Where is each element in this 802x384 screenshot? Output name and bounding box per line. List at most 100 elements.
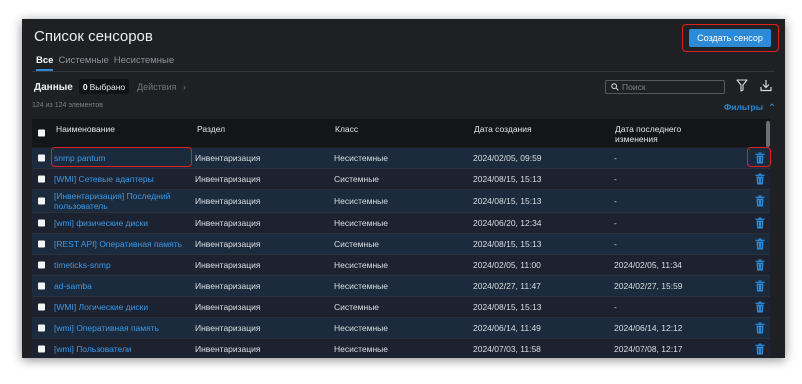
tabs: Все Системные Несистемные [36, 55, 174, 71]
sensor-name-link[interactable]: [REST API] Оперативная память [54, 234, 182, 254]
download-icon[interactable] [760, 79, 772, 92]
column-name[interactable]: Наименование [56, 124, 115, 134]
highlight-first-row-name [51, 147, 192, 167]
section-cell: Инвентаризация [195, 302, 261, 312]
selected-label: Выбрано [89, 81, 126, 92]
section-cell: Инвентаризация [195, 239, 261, 249]
trash-icon[interactable] [755, 173, 765, 185]
trash-icon[interactable] [755, 280, 765, 292]
page-title: Список сенсоров [34, 28, 153, 45]
sensor-name-link[interactable]: timeticks-snmp [54, 255, 111, 275]
table-body: snmp pantum Инвентаризация Несистемные 2… [32, 148, 770, 358]
modified-cell: - [614, 218, 617, 228]
row-checkbox[interactable] [38, 282, 45, 290]
row-checkbox[interactable] [38, 324, 45, 332]
modified-cell: 2024/02/05, 11:34 [614, 260, 682, 270]
modified-cell: - [614, 302, 617, 312]
table-row: [WMI] Логические диски Инвентаризация Си… [32, 297, 770, 318]
filters-label: Фильтры [724, 102, 763, 112]
modified-cell: - [614, 174, 617, 184]
class-cell: Системные [334, 239, 380, 249]
created-cell: 2024/08/15, 15:13 [473, 196, 542, 206]
items-count: 124 из 124 элементов [32, 102, 104, 109]
search-input[interactable] [619, 82, 717, 92]
sensor-name-link[interactable]: [Инвентаризация] Последний пользователь [54, 190, 184, 212]
created-cell: 2024/06/20, 12:34 [473, 218, 542, 228]
class-cell: Несистемные [334, 281, 389, 291]
chevron-right-icon: › [182, 82, 186, 92]
column-section[interactable]: Раздел [197, 124, 225, 134]
row-checkbox[interactable] [38, 345, 45, 353]
section-cell: Инвентаризация [195, 196, 261, 206]
trash-icon[interactable] [755, 259, 765, 271]
column-modified[interactable]: Дата последнего изменения [615, 124, 710, 144]
created-cell: 2024/08/15, 15:13 [473, 302, 542, 312]
table-row: [wmi] Пользователи Инвентаризация Несист… [32, 339, 770, 358]
sensor-name-link[interactable]: [WMI] Сетевые адаптеры [54, 169, 154, 189]
section-cell: Инвентаризация [195, 153, 261, 163]
sensor-list-window: Список сенсоров Создать сенсор Все Систе… [22, 19, 785, 358]
tabs-divider [32, 71, 775, 72]
filters-toggle[interactable]: Фильтры ⌃ [724, 102, 775, 113]
trash-icon[interactable] [755, 238, 765, 250]
column-class[interactable]: Класс [335, 124, 358, 134]
table-row: [REST API] Оперативная память Инвентариз… [32, 234, 770, 255]
modified-cell: 2024/02/27, 15:59 [614, 281, 683, 291]
table-row: ad-samba Инвентаризация Несистемные 2024… [32, 276, 770, 297]
sensor-name-link[interactable]: [wmi] Пользователи [54, 339, 132, 358]
section-cell: Инвентаризация [195, 344, 261, 354]
data-label: Данные [34, 82, 73, 93]
table-row: [WMI] Сетевые адаптеры Инвентаризация Си… [32, 169, 770, 190]
table-row: [Инвентаризация] Последний пользователь … [32, 190, 770, 213]
column-created[interactable]: Дата создания [474, 124, 532, 134]
created-cell: 2024/07/03, 11:58 [473, 344, 541, 354]
scrollbar[interactable] [766, 121, 770, 147]
highlight-first-row-delete [747, 147, 771, 167]
chevron-up-icon: ⌃ [768, 102, 776, 112]
section-cell: Инвентаризация [195, 218, 261, 228]
class-cell: Несистемные [334, 323, 389, 333]
sensor-name-link[interactable]: [WMI] Логические диски [54, 297, 148, 317]
sensor-name-link[interactable]: [wmi] Оперативная память [54, 318, 159, 338]
filter-icon[interactable] [736, 79, 748, 92]
class-cell: Несистемные [334, 344, 389, 354]
tab-non-system[interactable]: Несистемные [114, 55, 174, 71]
actions-menu[interactable]: Действия › [137, 82, 186, 92]
table-row: [wmi] Оперативная память Инвентаризация … [32, 318, 770, 339]
created-cell: 2024/06/14, 11:49 [473, 323, 541, 333]
class-cell: Системные [334, 302, 380, 312]
created-cell: 2024/02/05, 11:00 [473, 260, 541, 270]
modified-cell: - [614, 196, 617, 206]
sensor-name-link[interactable]: [wmi] физические диски [54, 213, 148, 233]
class-cell: Несистемные [334, 196, 389, 206]
created-cell: 2024/08/15, 15:13 [473, 174, 542, 184]
created-cell: 2024/02/05, 09:59 [473, 153, 542, 163]
row-checkbox[interactable] [38, 175, 45, 183]
row-checkbox[interactable] [38, 154, 45, 162]
search-box[interactable] [605, 80, 725, 94]
selected-count: 0 [82, 81, 88, 92]
highlight-create-button [682, 24, 779, 52]
trash-icon[interactable] [755, 322, 765, 334]
tab-system[interactable]: Системные [58, 55, 108, 71]
created-cell: 2024/08/15, 15:13 [473, 239, 542, 249]
tab-all[interactable]: Все [36, 55, 54, 71]
modified-cell: 2024/07/08, 12:17 [614, 344, 683, 354]
row-checkbox[interactable] [38, 240, 45, 248]
trash-icon[interactable] [755, 195, 765, 207]
row-checkbox[interactable] [38, 261, 45, 269]
row-checkbox[interactable] [38, 303, 45, 311]
row-checkbox[interactable] [38, 197, 45, 205]
class-cell: Системные [334, 174, 380, 184]
row-checkbox[interactable] [38, 219, 45, 227]
trash-icon[interactable] [755, 217, 765, 229]
trash-icon[interactable] [755, 301, 765, 313]
select-all-checkbox[interactable] [38, 129, 45, 137]
table-row: [wmi] физические диски Инвентаризация Не… [32, 213, 770, 234]
search-icon [611, 83, 619, 91]
sensor-name-link[interactable]: ad-samba [54, 276, 92, 296]
table-row: timeticks-snmp Инвентаризация Несистемны… [32, 255, 770, 276]
table-header: Наименование Раздел Класс Дата создания … [32, 119, 770, 147]
trash-icon[interactable] [755, 343, 765, 355]
modified-cell: - [614, 239, 617, 249]
